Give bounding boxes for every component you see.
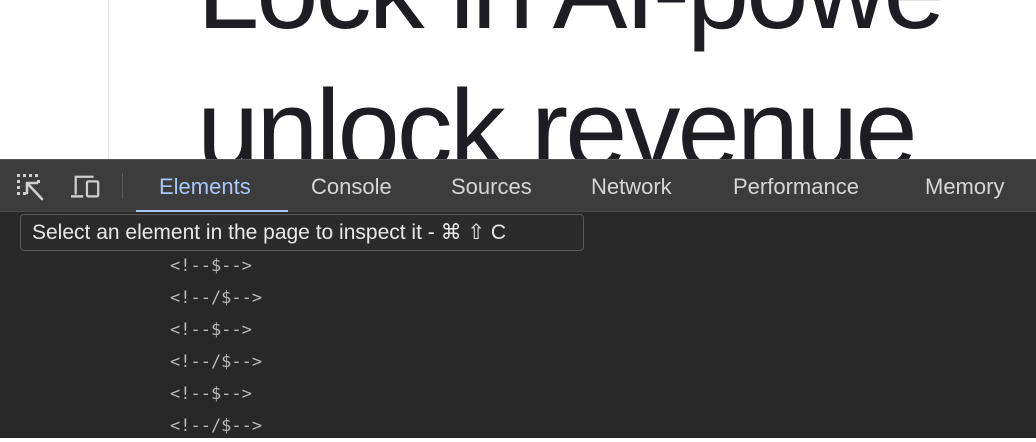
tab-performance[interactable]: Performance xyxy=(710,160,882,212)
dom-comment-node[interactable]: <!--/$--> xyxy=(170,282,262,314)
page-divider-line xyxy=(108,0,109,159)
tab-network[interactable]: Network xyxy=(568,160,695,212)
device-toolbar-button[interactable] xyxy=(71,172,101,202)
dom-comment-node[interactable]: <!--$--> xyxy=(170,378,262,410)
device-toolbar-icon xyxy=(71,175,100,198)
devtools-toolbar: Elements Console Sources Network Perform… xyxy=(0,159,1036,212)
inspect-tooltip: Select an element in the page to inspect… xyxy=(20,214,584,251)
devtools-panel: Elements Console Sources Network Perform… xyxy=(0,159,1036,438)
dom-comment-node[interactable]: <!--/$--> xyxy=(170,410,262,442)
inspect-element-button[interactable] xyxy=(15,172,45,202)
dom-comment-node[interactable]: <!--$--> xyxy=(170,250,262,282)
toolbar-divider xyxy=(122,173,123,199)
tab-elements[interactable]: Elements xyxy=(136,160,288,212)
web-page-viewport: Lock in AI-powe unlock revenue xyxy=(0,0,1036,159)
hero-headline-line-2: unlock revenue xyxy=(197,67,918,160)
tab-console[interactable]: Console xyxy=(288,160,415,212)
tab-memory[interactable]: Memory xyxy=(902,160,1027,212)
elements-dom-tree: <!--$--> <!--/$--> <!--$--> <!--/$--> <!… xyxy=(170,250,262,442)
tab-sources[interactable]: Sources xyxy=(428,160,555,212)
dom-comment-node[interactable]: <!--$--> xyxy=(170,314,262,346)
dom-comment-node[interactable]: <!--/$--> xyxy=(170,346,262,378)
select-element-icon xyxy=(17,174,44,201)
hero-headline-line-1: Lock in AI-powe xyxy=(197,0,946,46)
